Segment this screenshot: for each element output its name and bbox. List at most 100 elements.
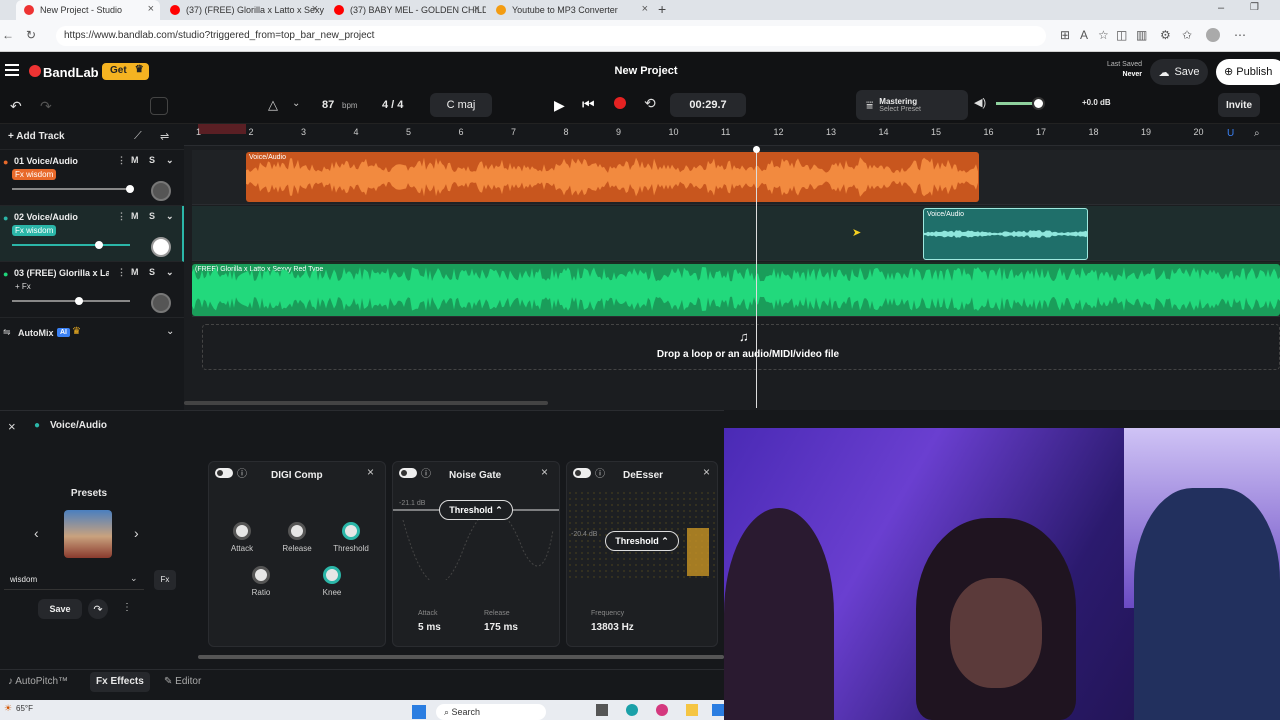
reload-icon[interactable]: ↻: [26, 28, 36, 42]
track-row[interactable]: ● 03 (FREE) Glorilla x La... + Fx ⋮ M S …: [0, 262, 184, 318]
chevron-right-icon[interactable]: ›: [134, 525, 139, 541]
publish-button[interactable]: ⊕ Publish: [1216, 59, 1280, 85]
more-icon[interactable]: ⋮: [117, 267, 126, 278]
taskbar-search[interactable]: ⌕ Search: [436, 704, 546, 720]
audio-clip[interactable]: (FREE) Glorilla x Latto x Sexyy Red Type: [192, 264, 1280, 316]
track-name[interactable]: 01 Voice/Audio: [14, 156, 78, 166]
volume-slider-knob[interactable]: [126, 185, 134, 193]
get-button[interactable]: Get ♛: [102, 63, 149, 80]
lane-track-3[interactable]: (FREE) Glorilla x Latto x Sexyy Red Type: [192, 262, 1280, 317]
tab-editor[interactable]: ✎ Editor: [164, 676, 201, 687]
info-icon[interactable]: ⓘ: [595, 465, 605, 480]
info-icon[interactable]: ⓘ: [421, 465, 431, 480]
chevron-down-icon[interactable]: ⌄: [166, 326, 174, 337]
tab-effects[interactable]: Fx Effects: [90, 672, 150, 692]
ruler[interactable]: 1 2 3 4 5 6 7 8 9 10 11 12 13 14 15 16 17 18 19 20 U ⌕: [184, 124, 1280, 146]
more-icon[interactable]: ⋮: [122, 602, 132, 613]
play-icon[interactable]: ▶: [554, 97, 565, 114]
magnet-icon[interactable]: U: [1227, 128, 1234, 139]
tab-autopitch[interactable]: ♪ AutoPitch™: [8, 676, 68, 687]
skip-back-icon[interactable]: ⏮: [582, 96, 595, 113]
chevron-down-icon[interactable]: ⌄: [166, 267, 174, 278]
preset-select[interactable]: wisdom ⌄: [4, 572, 144, 590]
audio-clip[interactable]: Voice/Audio: [246, 152, 979, 202]
noise-gate-toggle[interactable]: [399, 468, 417, 478]
undo-icon[interactable]: ↶: [10, 98, 22, 115]
chevron-left-icon[interactable]: ‹: [34, 525, 39, 541]
mute-button[interactable]: M: [131, 155, 139, 165]
close-icon[interactable]: ×: [367, 465, 374, 479]
filter-icon[interactable]: ⇌: [160, 130, 169, 143]
deesser-toggle[interactable]: [573, 468, 591, 478]
save-preset-button[interactable]: Save: [38, 599, 82, 619]
ratio-knob[interactable]: [252, 566, 270, 584]
volume-slider[interactable]: [12, 188, 130, 190]
snap-icon[interactable]: [150, 97, 168, 115]
mute-button[interactable]: M: [131, 211, 139, 221]
pan-knob[interactable]: [151, 181, 171, 201]
playhead[interactable]: [756, 146, 757, 408]
release-knob[interactable]: [288, 522, 306, 540]
more-icon[interactable]: ⋮: [117, 211, 126, 222]
avatar[interactable]: [1206, 28, 1220, 42]
deesser-threshold-button[interactable]: Threshold ⌃: [605, 531, 679, 551]
new-tab-button[interactable]: +: [658, 1, 666, 17]
close-icon[interactable]: ×: [474, 3, 480, 15]
extensions-icon[interactable]: ◫: [1116, 28, 1127, 42]
chevron-down-icon[interactable]: ⌄: [166, 155, 174, 166]
task-view-icon[interactable]: [596, 704, 608, 716]
info-icon[interactable]: ⓘ: [237, 465, 247, 480]
invite-button[interactable]: Invite: [1218, 93, 1260, 117]
metronome-icon[interactable]: △: [268, 97, 278, 113]
favorites-icon[interactable]: ✩: [1182, 28, 1192, 42]
fx-badge[interactable]: Fx wisdom: [12, 169, 57, 180]
chevron-down-icon[interactable]: ⌄: [292, 98, 300, 109]
drop-zone[interactable]: ♫ Drop a loop or an audio/MIDI/video fil…: [202, 324, 1280, 370]
pan-knob[interactable]: [151, 237, 171, 257]
store-icon[interactable]: [712, 704, 724, 716]
chevron-down-icon[interactable]: ⌄: [166, 211, 174, 222]
fx-badge[interactable]: Fx wisdom: [12, 225, 57, 236]
close-icon[interactable]: ×: [8, 419, 16, 434]
track-row[interactable]: ● 01 Voice/Audio Fx wisdom ⋮ M S ⌄: [0, 150, 184, 206]
favorite-icon[interactable]: ☆: [1098, 28, 1109, 42]
project-title[interactable]: New Project: [600, 65, 692, 77]
preset-thumbnail[interactable]: [64, 510, 112, 558]
solo-button[interactable]: S: [149, 267, 155, 277]
wand-icon[interactable]: ⟋: [134, 130, 142, 143]
loop-region[interactable]: [198, 124, 246, 134]
add-track-button[interactable]: + Add Track: [8, 131, 65, 142]
copilot-icon[interactable]: [656, 704, 668, 716]
zoom-icon[interactable]: ⌕: [1254, 128, 1260, 139]
time-signature[interactable]: 4 / 4: [382, 99, 403, 111]
timeline[interactable]: 1 2 3 4 5 6 7 8 9 10 11 12 13 14 15 16 17 18 19 20 U ⌕ Voic…: [184, 124, 1280, 410]
share-icon[interactable]: ↷: [88, 599, 108, 619]
lane-track-1[interactable]: Voice/Audio: [192, 150, 1280, 205]
fx-button[interactable]: Fx: [154, 570, 176, 590]
more-icon[interactable]: ⋯: [1234, 28, 1246, 42]
tab-new-project[interactable]: New Project - Studio ×: [16, 0, 160, 20]
more-icon[interactable]: ⋮: [117, 155, 126, 166]
apps-icon[interactable]: ⊞: [1060, 28, 1070, 42]
volume-icon[interactable]: ◀): [974, 96, 986, 109]
master-volume-slider[interactable]: [996, 97, 1045, 110]
solo-button[interactable]: S: [149, 211, 155, 221]
volume-slider-knob[interactable]: [75, 297, 83, 305]
volume-slider[interactable]: [12, 244, 130, 246]
digi-comp-toggle[interactable]: [215, 468, 233, 478]
frequency-value[interactable]: 13803 Hz: [591, 622, 634, 633]
back-icon[interactable]: ←: [2, 28, 14, 42]
close-icon[interactable]: ×: [703, 465, 710, 479]
tab-youtube-1[interactable]: (37) (FREE) Glorilla x Latto x Sexyy ×: [162, 0, 324, 20]
track-row[interactable]: ● 02 Voice/Audio Fx wisdom ⋮ M S ⌄: [0, 206, 184, 262]
bpm-value[interactable]: 87: [322, 99, 334, 111]
pan-knob[interactable]: [151, 293, 171, 313]
mute-button[interactable]: M: [131, 267, 139, 277]
knee-knob[interactable]: [323, 566, 341, 584]
close-icon[interactable]: ×: [541, 465, 548, 479]
effects-scrollbar[interactable]: [198, 655, 724, 659]
maximize-icon[interactable]: ❐: [1250, 2, 1259, 13]
close-icon[interactable]: ×: [312, 3, 318, 15]
solo-button[interactable]: S: [149, 155, 155, 165]
track-name[interactable]: 02 Voice/Audio: [14, 212, 78, 222]
